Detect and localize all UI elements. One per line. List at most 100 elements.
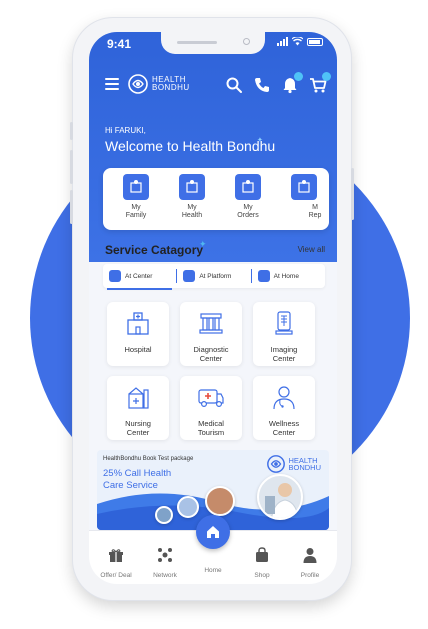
service-label-line2: Center [272, 354, 296, 363]
nav-label: Network [153, 572, 177, 579]
notification-badge [294, 72, 303, 81]
header-actions [225, 72, 331, 94]
service-label-line1: Imaging [270, 345, 298, 354]
phone-icon[interactable] [253, 76, 271, 94]
brand-line2: BONDHU [152, 83, 190, 92]
greeting-text: Hi FARUKI, [105, 126, 146, 135]
service-label-line1: Medical [198, 419, 224, 428]
tab-label: At Home [273, 272, 299, 280]
quick-label-line2: Orders [237, 212, 259, 219]
quick-label-line2: Rep [308, 212, 322, 219]
nav-home-spacer [205, 547, 221, 563]
notification-button[interactable] [281, 72, 303, 94]
notch [161, 32, 265, 54]
nav-home[interactable]: Home [190, 547, 236, 574]
welcome-title: Welcome to Health Bondhu [105, 138, 276, 154]
service-imaging-center[interactable]: Imaging Center [253, 302, 315, 366]
home-button[interactable] [196, 515, 230, 549]
brand-logo: HEALTH BONDHU [127, 73, 190, 95]
banner-headline: 25% Call Health Care Service [103, 468, 193, 492]
app-screen: 9:41 HEALTH BONDHU Hi FARUKI, Welcome to… [89, 32, 337, 584]
nav-label: Home [204, 567, 222, 574]
network-icon [158, 548, 172, 562]
nav-label: Profile [300, 572, 320, 579]
health-bondhu-logo-icon [128, 74, 148, 94]
menu-icon[interactable] [105, 78, 119, 90]
service-label-line2: Center [199, 354, 223, 363]
quick-label-line2: Health [181, 212, 203, 219]
status-time: 9:41 [107, 37, 132, 51]
platform-icon [183, 270, 196, 282]
view-all-link[interactable]: View all [298, 245, 325, 254]
hospital-icon [127, 312, 149, 335]
quick-action-orders[interactable]: My Orders [225, 174, 271, 220]
promo-photo-small [155, 506, 173, 524]
service-wellness-center[interactable]: Wellness Center [253, 376, 315, 440]
tab-label: At Center [125, 272, 153, 280]
gift-icon [109, 549, 123, 562]
quick-label-line2: Family [125, 212, 147, 219]
tab-label: At Platform [199, 272, 232, 280]
test-tubes-icon [199, 313, 223, 334]
wifi-icon [292, 37, 303, 46]
quick-label-line1: My [243, 204, 253, 211]
tab-at-home[interactable]: At Home [252, 264, 325, 288]
nav-label: Shop [254, 572, 270, 579]
quick-actions-card: My Family My Health My Orders M Rep [103, 168, 329, 230]
health-bondhu-logo-icon [267, 455, 286, 473]
service-label-line2: Center [126, 428, 150, 437]
search-icon[interactable] [225, 76, 243, 94]
tab-at-center[interactable]: At Center [103, 264, 176, 290]
nav-offer-deal[interactable]: Offer/ Deal [93, 547, 139, 579]
tab-at-platform[interactable]: At Platform [177, 264, 250, 288]
cart-badge [322, 72, 331, 81]
promo-photo-large [205, 486, 235, 516]
phone-side-button [70, 122, 73, 140]
status-icons [277, 37, 323, 46]
service-hospital[interactable]: Hospital [107, 302, 169, 366]
center-icon [109, 270, 121, 282]
service-nursing-center[interactable]: Nursing Center [107, 376, 169, 440]
signal-icon [277, 37, 288, 46]
quick-action-reports[interactable]: M Rep [281, 174, 327, 220]
health-icon [179, 174, 205, 200]
profile-icon [303, 548, 317, 563]
cart-button[interactable] [309, 72, 331, 94]
promo-photo-lab [257, 474, 303, 520]
phone-frame: 9:41 HEALTH BONDHU Hi FARUKI, Welcome to… [70, 18, 354, 600]
nursing-icon [128, 387, 149, 409]
service-medical-tourism[interactable]: Medical Tourism [180, 376, 242, 440]
service-label-line1: Nursing [125, 419, 151, 428]
home-service-icon [257, 270, 270, 282]
service-label-line1: Wellness [268, 419, 300, 428]
banner-headline-line1: 25% Call Health [103, 468, 172, 479]
nav-network[interactable]: Network [142, 547, 188, 579]
quick-action-family[interactable]: My Family [113, 174, 159, 220]
doctor-icon [273, 386, 295, 410]
nav-profile[interactable]: Profile [287, 547, 333, 579]
banner-logo: HEALTH BONDHU [266, 454, 321, 474]
speaker-grill [177, 41, 217, 44]
service-label-line2: Center [272, 428, 296, 437]
quick-action-health[interactable]: My Health [169, 174, 215, 220]
quick-label-line1: My [187, 204, 197, 211]
service-tabs: At Center At Platform At Home [103, 264, 325, 290]
banner-headline-line2: Care Service [103, 480, 158, 491]
banner-subtitle: HealthBondhu Book Test package [103, 456, 194, 462]
section-title: Service Catagory [105, 243, 204, 257]
service-diagnostic-center[interactable]: Diagnostic Center [180, 302, 242, 366]
nav-label: Offer/ Deal [100, 572, 132, 579]
nav-shop[interactable]: Shop [239, 547, 285, 579]
app-header: HEALTH BONDHU [89, 70, 337, 102]
imaging-icon [275, 311, 293, 335]
ambulance-icon [198, 389, 224, 408]
reports-icon [291, 174, 317, 200]
quick-label-line1: My [131, 204, 141, 211]
service-label-line2: Tourism [197, 428, 225, 437]
quick-label-line1: M [312, 204, 318, 211]
sparkle-icon: ✦ [199, 239, 207, 249]
shopping-bag-icon [256, 547, 268, 562]
family-icon [123, 174, 149, 200]
banner-logo-line2: BONDHU [288, 463, 321, 472]
orders-icon [235, 174, 261, 200]
